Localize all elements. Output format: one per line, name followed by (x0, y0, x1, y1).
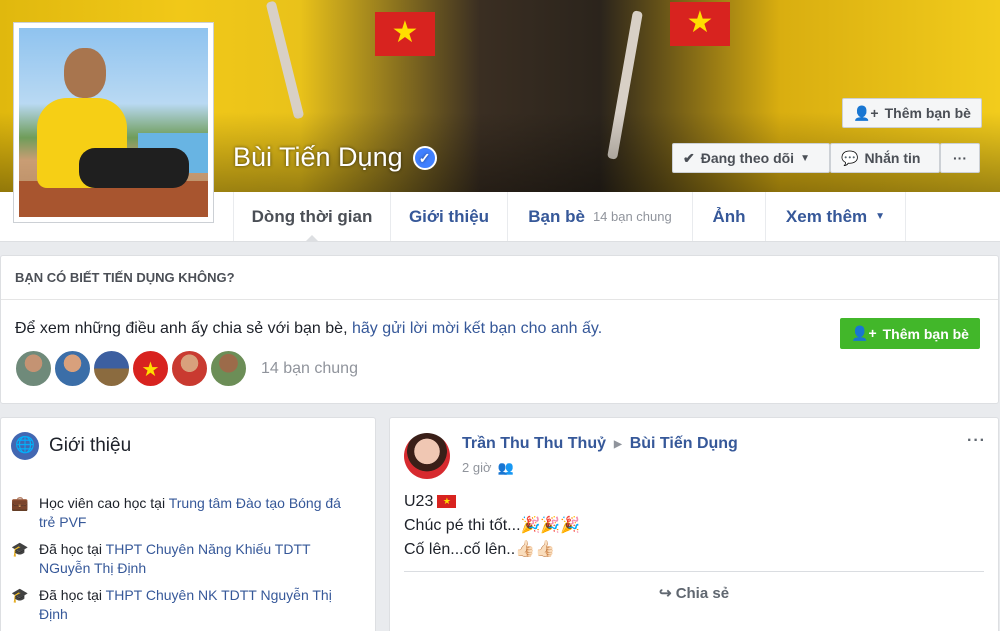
tab-photos-label: Ảnh (712, 206, 746, 226)
messenger-icon: 💬 (841, 149, 859, 166)
more-options-button[interactable]: ··· (940, 143, 980, 173)
intro-item-text: Học viên cao học tại Trung tâm Đào tạo B… (39, 494, 346, 532)
post-author-link[interactable]: Trần Thu Thu Thuỷ (462, 435, 606, 453)
head-decoration (64, 48, 106, 98)
mutual-friends-row: 14 bạn chung (15, 350, 358, 387)
intro-item-prefix: Học viên cao học tại (39, 495, 169, 511)
intro-title: 🌐 Giới thiệu (11, 432, 131, 460)
post-meta: 2 giờ 👥 (462, 460, 514, 476)
tab-friends-mutual: 14 bạn chung (592, 209, 672, 224)
tab-friends[interactable]: Bạn bè 14 bạn chung (508, 192, 693, 241)
profile-name[interactable]: Bùi Tiến Dụng ✓ (233, 142, 437, 173)
flag-decoration (375, 12, 435, 56)
post-target-link[interactable]: Bùi Tiến Dụng (630, 435, 738, 453)
intro-title-text: Giới thiệu (49, 435, 132, 456)
profile-photo (19, 28, 208, 217)
following-label: Đang theo dõi (700, 150, 795, 166)
intro-item-prefix: Đã học tại (39, 587, 106, 603)
mutual-friend-avatar[interactable] (54, 350, 91, 387)
share-button[interactable]: ↪ Chia sẻ (390, 584, 998, 602)
post-header: Trần Thu Thu Thuỷ ▶ Bùi Tiến Dụng (462, 435, 738, 453)
post-author-avatar[interactable] (404, 433, 450, 479)
share-icon: ↪ (658, 585, 672, 602)
verified-badge-icon: ✓ (412, 145, 437, 170)
post-line: Chúc pé thi tốt...🎉🎉🎉 (404, 517, 581, 534)
add-friend-button[interactable]: 👤+ Thêm bạn bè (842, 98, 982, 128)
post-options-icon[interactable]: ··· (967, 432, 986, 450)
tab-timeline[interactable]: Dòng thời gian (233, 192, 391, 242)
post-line: U23 ★ (404, 490, 580, 514)
intro-item-prefix: Đã học tại (39, 541, 106, 557)
mutual-friends-count[interactable]: 14 bạn chung (261, 360, 358, 378)
tab-more-label: Xem thêm (785, 206, 868, 226)
intro-card: 🌐 Giới thiệu 💼 Học viên cao học tại Trun… (0, 417, 376, 631)
flag-decoration (670, 2, 730, 46)
divider (404, 571, 984, 572)
graduation-cap-icon: 🎓 (11, 541, 29, 557)
tab-more[interactable]: Xem thêm ▼ (766, 192, 906, 241)
know-card-text-plain: Để xem những điều anh ấy chia sẻ với bạn… (15, 320, 352, 337)
intro-item-text: Đã học tại THPT Chuyên NK TDTT Nguyễn Th… (39, 586, 346, 624)
intro-item-work: 💼 Học viên cao học tại Trung tâm Đào tạo… (11, 494, 346, 532)
post-body: U23 ★ Chúc pé thi tốt...🎉🎉🎉 Cố lên...cố l… (404, 490, 580, 562)
vietnam-flag-icon: ★ (437, 495, 457, 509)
check-icon: ✔ (683, 149, 695, 166)
following-button[interactable]: ✔ Đang theo dõi ▼ (672, 143, 830, 173)
post-line: Cố lên...cố lên..👍🏻👍🏻 (404, 541, 556, 558)
tab-about[interactable]: Giới thiệu (391, 192, 508, 241)
legs-decoration (79, 148, 189, 188)
know-card-text: Để xem những điều anh ấy chia sẻ với bạn… (15, 320, 602, 338)
tab-friends-label: Bạn bè (528, 206, 585, 226)
add-friend-label: Thêm bạn bè (884, 105, 971, 121)
add-friend-green-label: Thêm bạn bè (882, 325, 969, 342)
tab-about-label: Giới thiệu (408, 206, 490, 226)
intro-item-school: 🎓 Đã học tại THPT Chuyên Năng Khiếu TDTT… (11, 540, 346, 578)
chevron-down-icon: ▼ (800, 152, 810, 164)
send-request-link[interactable]: hãy gửi lời mời kết bạn cho anh ấy. (352, 320, 602, 337)
audience-friends-icon[interactable]: 👥 (498, 460, 514, 476)
add-friend-icon: 👤+ (851, 325, 877, 341)
tab-timeline-label: Dòng thời gian (251, 206, 373, 226)
chevron-down-icon: ▼ (875, 211, 886, 222)
lanyard-decoration (265, 0, 305, 120)
add-friend-green-button[interactable]: 👤+ Thêm bạn bè (840, 318, 980, 349)
more-icon: ··· (953, 150, 967, 166)
post-card: Trần Thu Thu Thuỷ ▶ Bùi Tiến Dụng 2 giờ … (389, 417, 999, 631)
mutual-friend-avatar[interactable] (15, 350, 52, 387)
share-label: Chia sẻ (675, 585, 730, 602)
globe-icon: 🌐 (11, 432, 39, 460)
briefcase-icon: 💼 (11, 495, 29, 511)
message-button[interactable]: 💬 Nhắn tin (830, 143, 940, 173)
post-line-text: U23 (404, 493, 434, 510)
profile-picture[interactable] (13, 22, 214, 223)
arrow-right-icon: ▶ (613, 438, 622, 450)
mutual-friend-avatar[interactable] (132, 350, 169, 387)
know-card-heading: BẠN CÓ BIẾT TIẾN DỤNG KHÔNG? (1, 256, 998, 300)
intro-item-text: Đã học tại THPT Chuyên Năng Khiếu TDTT N… (39, 540, 346, 578)
intro-item-school: 🎓 Đã học tại THPT Chuyên NK TDTT Nguyễn … (11, 586, 346, 624)
post-timestamp[interactable]: 2 giờ (462, 460, 492, 476)
add-friend-icon: 👤+ (853, 104, 879, 121)
mutual-friend-avatar[interactable] (171, 350, 208, 387)
know-card: BẠN CÓ BIẾT TIẾN DỤNG KHÔNG? Để xem nhữn… (0, 255, 999, 404)
tab-photos[interactable]: Ảnh (693, 192, 766, 241)
profile-name-text[interactable]: Bùi Tiến Dụng (233, 142, 403, 173)
mutual-friend-avatar[interactable] (93, 350, 130, 387)
graduation-cap-icon: 🎓 (11, 587, 29, 603)
message-label: Nhắn tin (864, 150, 921, 166)
mutual-friend-avatar[interactable] (210, 350, 247, 387)
